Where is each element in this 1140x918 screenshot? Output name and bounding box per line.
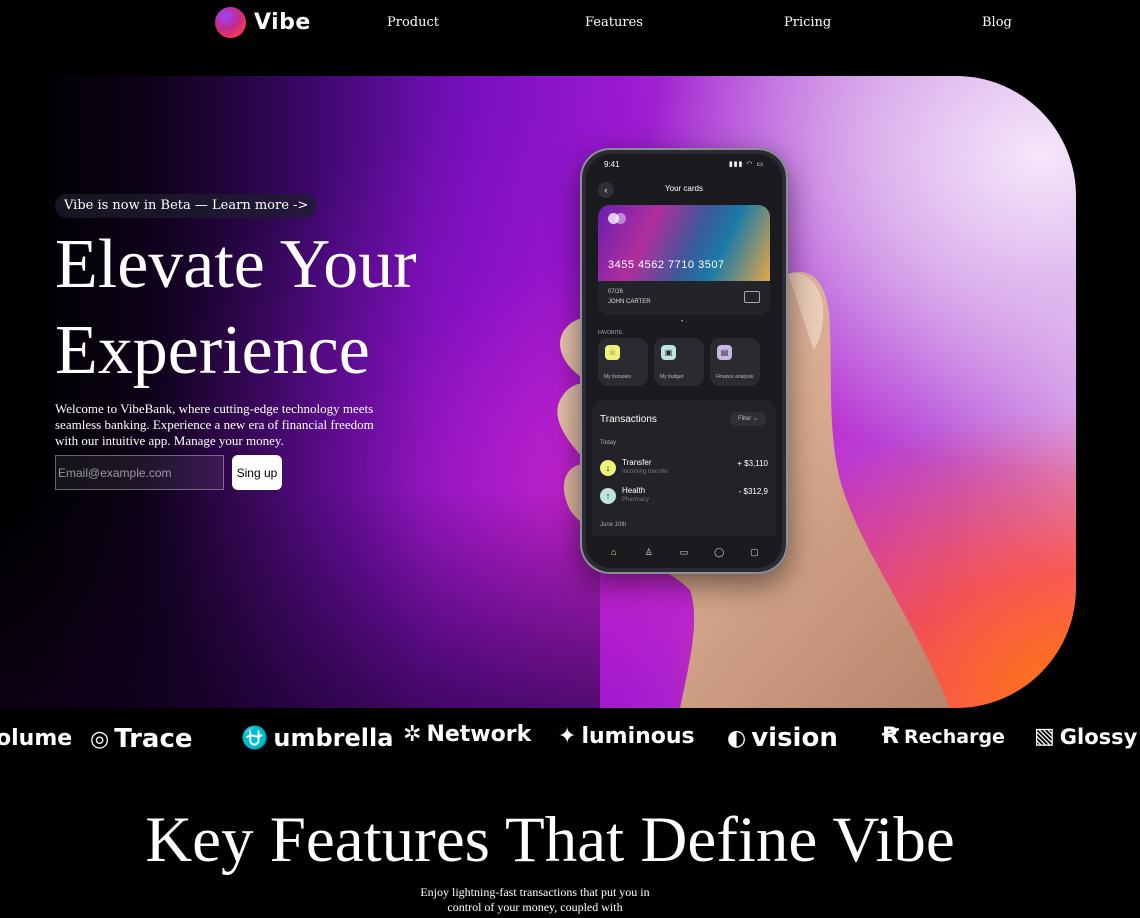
nav-link-pricing[interactable]: Pricing <box>784 15 831 30</box>
logo-umbrella: ⛎ umbrella <box>241 724 394 752</box>
phone-mockup: 9:41 ▮▮▮ ◠ ▭ ‹ Your cards 3455 4562 7710… <box>580 148 788 574</box>
logo-luminous: ✦ luminous <box>558 724 695 749</box>
filter-button[interactable]: Filter ⌄ <box>729 412 766 426</box>
transaction-row[interactable]: ↓ Transfer Incoming transfer + $3,110 <box>600 458 768 480</box>
brand-name: Vibe <box>254 10 311 35</box>
features-heading: Key Features That Define Vibe <box>145 804 955 876</box>
bank-card[interactable]: 3455 4562 7710 3507 07/26 JOHN CARTER <box>598 205 770 315</box>
arrow-up-icon: ↑ <box>600 488 616 504</box>
partner-logos: olume ◎ Trace ⛎ umbrella ✲ Network ✦ luminou… <box>0 718 1140 764</box>
features-subtitle: Enjoy lightning-fast transactions that p… <box>420 885 650 914</box>
status-time: 9:41 <box>604 160 620 169</box>
status-icons: ▮▮▮ ◠ ▭ <box>728 161 764 168</box>
hero-intro: Welcome to VibeBank, where cutting-edge … <box>55 401 374 448</box>
favorites-label: FAVORITE <box>598 330 623 336</box>
top-nav: Vibe Product Features Pricing Blog <box>0 0 1140 48</box>
phone-tab-bar: ⌂ ♙ ▭ ◯ ▢ <box>586 536 782 568</box>
bag-icon[interactable]: ♙ <box>641 547 657 558</box>
screen-title: Your cards <box>665 184 703 193</box>
beta-announcement-link[interactable]: Vibe is now in Beta — Learn more -> <box>55 194 318 218</box>
tile-my-budget[interactable]: ▣ My budget <box>654 338 704 386</box>
phone-screen: 9:41 ▮▮▮ ◠ ▭ ‹ Your cards 3455 4562 7710… <box>586 154 782 568</box>
hero-headline: Elevate Your Experience <box>55 226 417 389</box>
card-logo-icon <box>608 213 626 224</box>
transactions-day-2: June 10th <box>600 522 627 528</box>
logo-glossy: ▧ Glossy <box>1034 724 1138 749</box>
chat-icon[interactable]: ◯ <box>711 547 727 558</box>
transaction-row[interactable]: ↑ Health Pharmacy - $312,9 <box>600 486 768 508</box>
transactions-title: Transactions <box>600 414 657 425</box>
transactions-day: Today <box>600 440 617 446</box>
favorites-tiles: ☆ My bonuses ▣ My budget ▤ Finance analy… <box>598 338 760 386</box>
tile-label: Finance analysis <box>716 374 754 380</box>
chart-icon: ▤ <box>717 345 732 360</box>
card-holder: JOHN CARTER <box>608 299 651 305</box>
tile-label: My budget <box>660 374 684 380</box>
glossy-icon: ▧ <box>1034 724 1055 749</box>
arrow-down-icon: ↓ <box>600 460 616 476</box>
email-input[interactable] <box>55 455 224 490</box>
trace-icon: ◎ <box>90 726 110 752</box>
brand-logo[interactable]: Vibe <box>215 7 311 38</box>
vision-icon: ◐ <box>727 725 747 751</box>
nav-link-product[interactable]: Product <box>387 15 439 30</box>
card-expiry: 07/26 <box>608 289 624 295</box>
star-icon: ☆ <box>605 345 620 360</box>
logo-recharge: Ꞧ Recharge <box>882 724 1005 749</box>
card-number: 3455 4562 7710 3507 <box>608 259 725 271</box>
logo-vision: ◐ vision <box>727 723 838 753</box>
wallet-icon: ▣ <box>661 345 676 360</box>
logo-volume: olume <box>0 726 73 751</box>
history-icon[interactable]: ▢ <box>746 547 762 558</box>
logo-network: ✲ Network <box>403 722 532 747</box>
home-icon[interactable]: ⌂ <box>606 547 622 557</box>
luminous-icon: ✦ <box>558 724 577 749</box>
logo-trace: ◎ Trace <box>90 724 193 754</box>
tile-finance-analysis[interactable]: ▤ Finance analysis <box>710 338 760 386</box>
card-icon[interactable]: ▭ <box>676 547 692 558</box>
card-chip-icon <box>744 291 760 303</box>
tile-my-bonuses[interactable]: ☆ My bonuses <box>598 338 648 386</box>
brand-logo-icon <box>215 7 246 38</box>
umbrella-icon: ⛎ <box>241 725 269 751</box>
signup-button[interactable]: Sing up <box>232 455 282 490</box>
carousel-dots: • · <box>681 319 687 325</box>
nav-link-features[interactable]: Features <box>585 15 643 30</box>
nav-link-blog[interactable]: Blog <box>982 15 1012 30</box>
recharge-icon: Ꞧ <box>882 724 899 749</box>
network-icon: ✲ <box>403 722 422 747</box>
tile-label: My bonuses <box>604 374 631 380</box>
